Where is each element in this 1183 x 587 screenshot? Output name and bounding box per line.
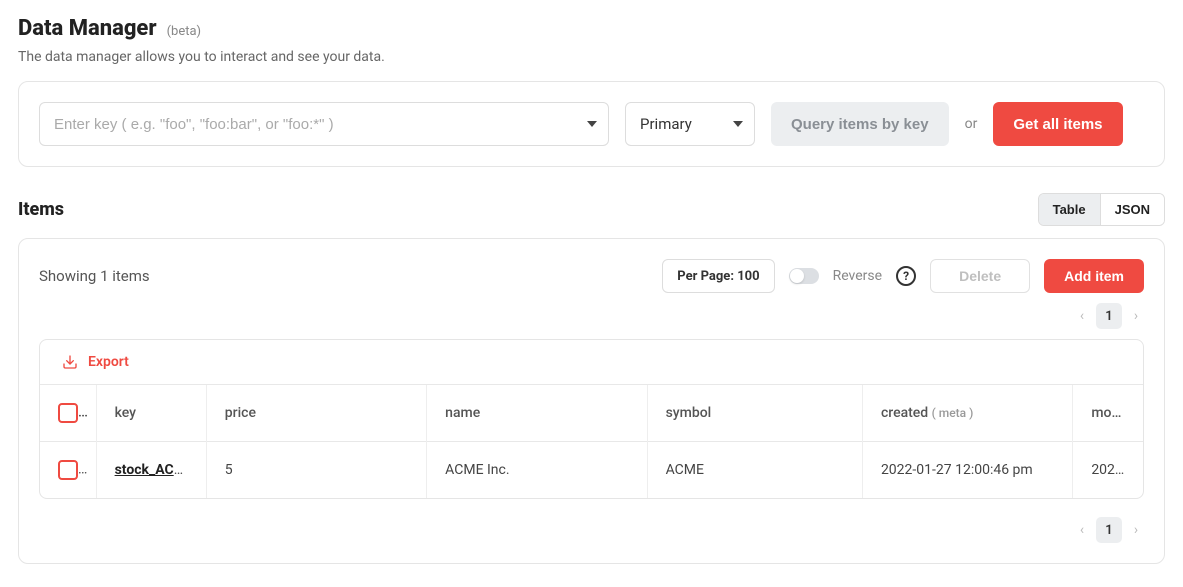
reverse-label: Reverse: [833, 268, 882, 284]
col-header-name[interactable]: name: [427, 385, 647, 442]
reverse-toggle[interactable]: [789, 268, 819, 284]
select-all-checkbox[interactable]: [58, 403, 78, 423]
per-page-select[interactable]: Per Page: 100: [662, 259, 774, 293]
data-table: key price name symbol created ( meta ) m…: [40, 384, 1143, 498]
table-row: stock_ACME 5 ACME Inc. ACME 2022-01-27 1…: [40, 442, 1143, 499]
row-symbol: ACME: [647, 442, 862, 499]
export-label: Export: [88, 354, 129, 370]
pager-next[interactable]: ›: [1128, 308, 1144, 324]
page-title: Data Manager: [18, 16, 157, 41]
beta-badge: (beta): [167, 24, 202, 39]
col-header-key[interactable]: key: [96, 385, 206, 442]
index-select-value: Primary: [640, 115, 692, 133]
col-header-price[interactable]: price: [206, 385, 426, 442]
pager-bottom: ‹ 1 ›: [39, 517, 1144, 543]
key-input[interactable]: [39, 102, 609, 146]
view-table-tab[interactable]: Table: [1039, 194, 1100, 225]
items-section-title: Items: [18, 199, 64, 220]
col-header-modified[interactable]: modif: [1073, 385, 1143, 442]
key-input-wrapper: [39, 102, 609, 146]
view-toggle: Table JSON: [1038, 193, 1165, 226]
col-header-created[interactable]: created ( meta ): [862, 385, 1072, 442]
row-modified: 2022-0: [1073, 442, 1143, 499]
items-panel: Showing 1 items Per Page: 100 Reverse ? …: [18, 238, 1165, 564]
view-json-tab[interactable]: JSON: [1100, 194, 1164, 225]
or-text: or: [965, 116, 978, 132]
add-item-button[interactable]: Add item: [1044, 259, 1144, 293]
row-key-link[interactable]: stock_ACME: [115, 462, 194, 478]
help-icon[interactable]: ?: [896, 266, 916, 286]
row-checkbox[interactable]: [58, 460, 78, 480]
pager-top: ‹ 1 ›: [39, 303, 1144, 329]
row-created: 2022-01-27 12:00:46 pm: [862, 442, 1072, 499]
row-name: ACME Inc.: [427, 442, 647, 499]
pager-prev[interactable]: ‹: [1074, 522, 1090, 538]
delete-button[interactable]: Delete: [930, 259, 1030, 293]
index-select[interactable]: Primary: [625, 102, 755, 146]
showing-count: Showing 1 items: [39, 267, 648, 285]
pager-page[interactable]: 1: [1096, 303, 1122, 329]
query-panel: Primary Query items by key or Get all it…: [18, 81, 1165, 167]
pager-page[interactable]: 1: [1096, 517, 1122, 543]
query-items-button[interactable]: Query items by key: [771, 102, 949, 146]
pager-prev[interactable]: ‹: [1074, 308, 1090, 324]
download-icon: [62, 354, 78, 370]
page-subtitle: The data manager allows you to interact …: [18, 49, 1165, 65]
get-all-items-button[interactable]: Get all items: [993, 102, 1122, 146]
col-header-symbol[interactable]: symbol: [647, 385, 862, 442]
data-table-wrapper: Export key price name symbol created ( m…: [39, 339, 1144, 499]
pager-next[interactable]: ›: [1128, 522, 1144, 538]
export-button[interactable]: Export: [40, 340, 1143, 384]
row-price: 5: [206, 442, 426, 499]
